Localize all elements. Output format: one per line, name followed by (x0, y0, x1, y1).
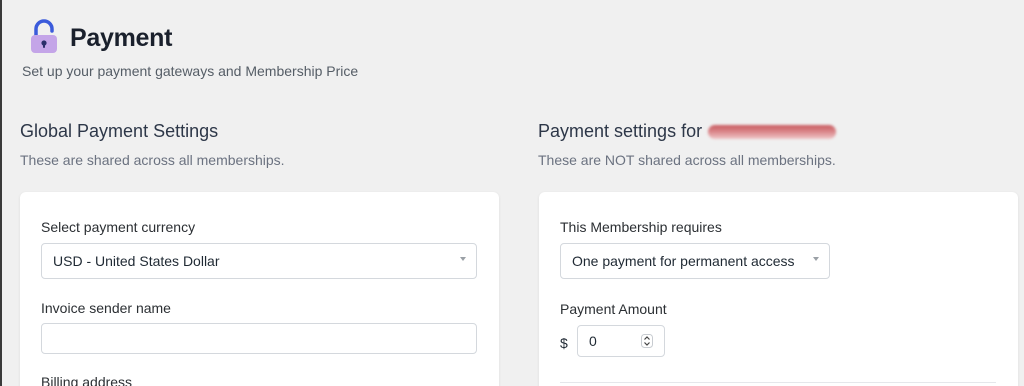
global-settings-card: Select payment currency USD - United Sta… (20, 192, 499, 386)
stepper-arrows-icon[interactable] (641, 334, 653, 348)
chevron-down-icon (813, 257, 819, 261)
global-settings-description: These are shared across all memberships. (20, 152, 285, 168)
redacted-membership-name (708, 125, 837, 140)
payment-amount-input[interactable]: 0 (577, 325, 665, 357)
chevron-down-icon (460, 257, 466, 261)
billing-address-label: Billing address (41, 374, 133, 386)
window-edge (0, 0, 2, 386)
payment-amount-label: Payment Amount (560, 301, 667, 317)
invoice-sender-input[interactable] (41, 323, 477, 354)
membership-settings-card: This Membership requires One payment for… (539, 192, 1018, 386)
payment-amount-value: 0 (589, 333, 597, 349)
title-row: Payment (20, 18, 172, 58)
page-header: Payment (20, 18, 172, 58)
requires-label: This Membership requires (560, 219, 722, 235)
membership-settings-heading-text: Payment settings for (538, 121, 703, 141)
membership-settings-description: These are NOT shared across all membersh… (538, 152, 836, 168)
currency-select[interactable]: USD - United States Dollar (41, 243, 477, 279)
currency-label: Select payment currency (41, 219, 196, 235)
currency-select-value: USD - United States Dollar (53, 253, 220, 269)
section-divider (560, 382, 996, 383)
payment-type-select-value: One payment for permanent access (572, 253, 795, 269)
lock-icon (31, 19, 57, 53)
page-title: Payment (70, 23, 173, 52)
page-subtitle: Set up your payment gateways and Members… (22, 63, 359, 79)
membership-settings-heading: Payment settings for (538, 121, 837, 142)
currency-symbol: $ (560, 335, 568, 351)
payment-type-select[interactable]: One payment for permanent access (560, 243, 830, 279)
invoice-sender-label: Invoice sender name (41, 300, 171, 316)
global-settings-heading: Global Payment Settings (20, 121, 219, 141)
